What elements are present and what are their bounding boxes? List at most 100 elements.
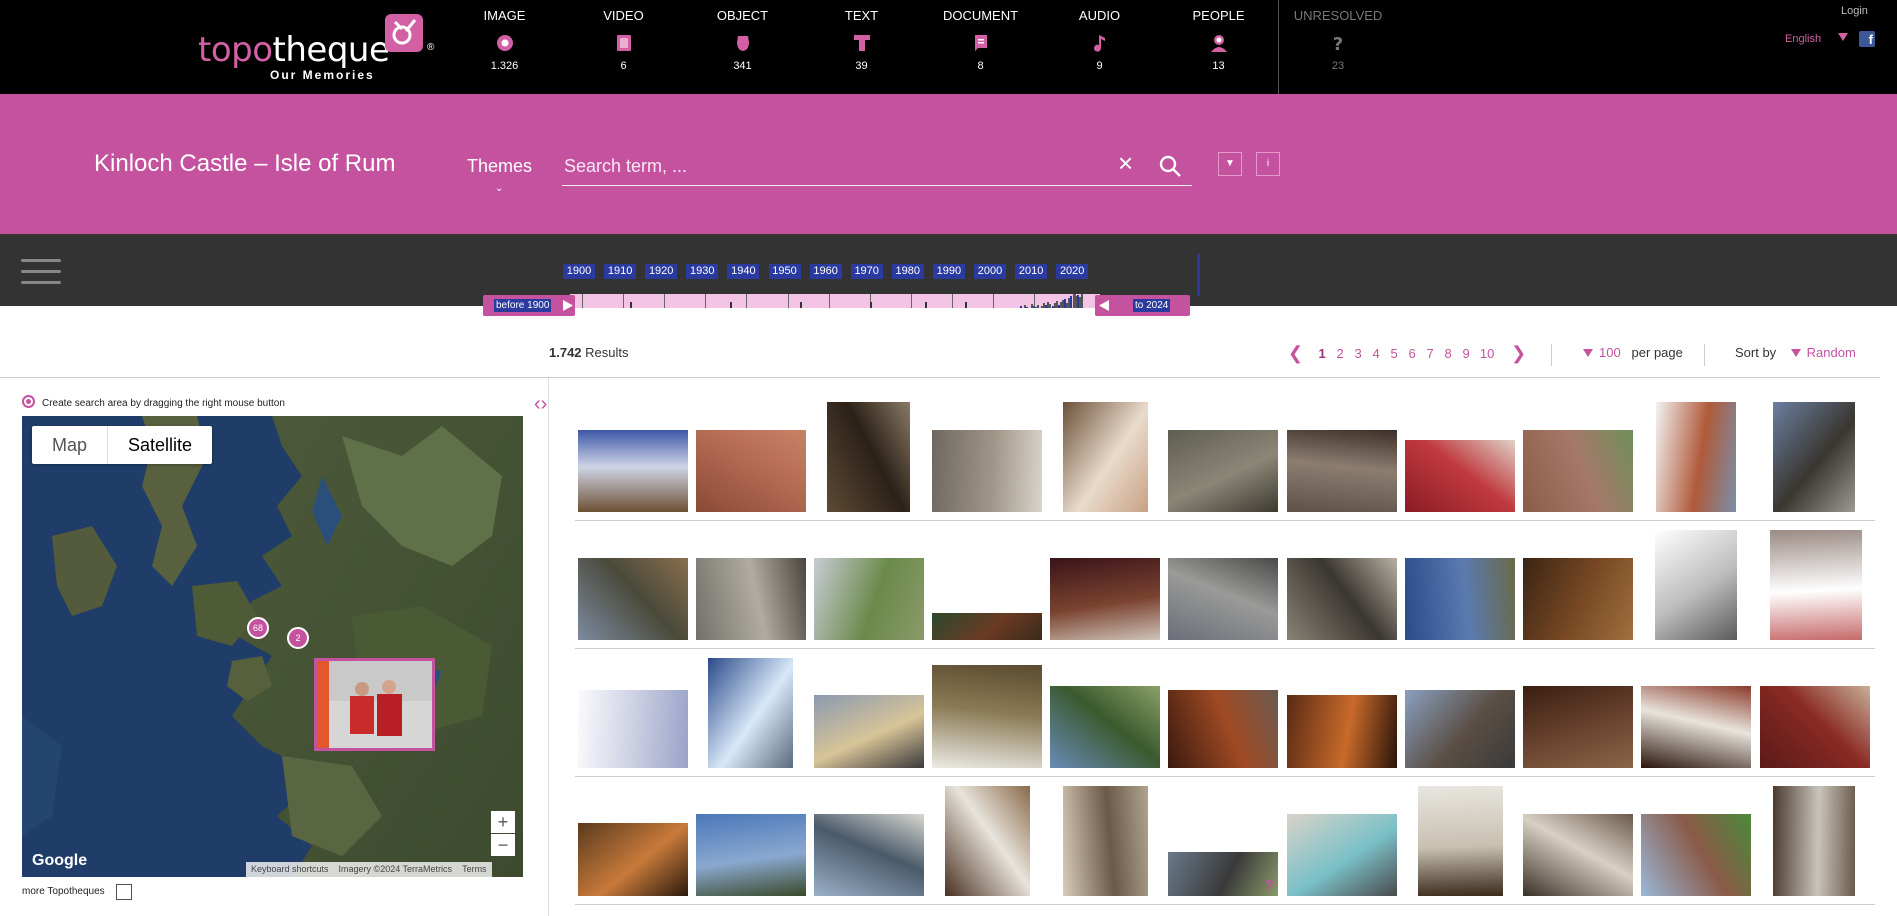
result-thumbnail[interactable] xyxy=(696,430,806,512)
page-link[interactable]: 4 xyxy=(1367,346,1385,361)
login-link[interactable]: Login xyxy=(1841,5,1868,17)
page-link[interactable]: 5 xyxy=(1385,346,1403,361)
result-thumbnail[interactable] xyxy=(1063,402,1148,512)
result-thumbnail[interactable] xyxy=(1773,402,1855,512)
result-thumbnail[interactable] xyxy=(1168,558,1278,640)
timeline-year[interactable]: 1920 xyxy=(645,264,678,279)
result-thumbnail[interactable]: ? xyxy=(1168,852,1278,896)
category-document[interactable]: DOCUMENT 8 xyxy=(921,0,1040,94)
page-link[interactable]: 2 xyxy=(1331,346,1349,361)
result-thumbnail[interactable] xyxy=(696,558,806,640)
map-cluster-marker[interactable]: 68 xyxy=(247,617,269,639)
result-thumbnail[interactable] xyxy=(1287,430,1397,512)
result-thumbnail[interactable] xyxy=(1773,786,1855,896)
result-thumbnail[interactable] xyxy=(1287,558,1397,640)
page-link[interactable]: 3 xyxy=(1349,346,1367,361)
category-unresolved[interactable]: UNRESOLVED ? 23 xyxy=(1278,0,1397,94)
zoom-out-button[interactable]: − xyxy=(491,834,515,856)
timeline-year[interactable]: 1970 xyxy=(850,264,883,279)
timeline-year[interactable]: 1960 xyxy=(809,264,842,279)
result-thumbnail[interactable] xyxy=(696,814,806,896)
language-select[interactable]: English xyxy=(1785,33,1821,45)
timeline-year[interactable]: 1910 xyxy=(604,264,637,279)
close-icon[interactable]: × xyxy=(1118,148,1133,179)
result-thumbnail[interactable] xyxy=(814,558,924,640)
timeline-year[interactable]: 1940 xyxy=(727,264,760,279)
chevron-right-icon[interactable]: ❯ xyxy=(1511,343,1526,364)
menu-icon[interactable] xyxy=(21,259,62,287)
category-image[interactable]: IMAGE 1.326 xyxy=(445,0,564,94)
timeline-start-handle[interactable]: before 1900 xyxy=(483,295,575,316)
result-thumbnail[interactable] xyxy=(814,814,924,896)
result-thumbnail[interactable] xyxy=(1050,558,1160,640)
chevron-down-icon[interactable] xyxy=(1838,33,1848,41)
result-thumbnail[interactable] xyxy=(932,613,1042,640)
page-link[interactable]: 1 xyxy=(1313,346,1331,361)
result-thumbnail[interactable] xyxy=(1287,695,1397,768)
page-link[interactable]: 6 xyxy=(1403,346,1421,361)
result-thumbnail[interactable] xyxy=(1405,690,1515,768)
result-thumbnail[interactable] xyxy=(1168,430,1278,512)
timeline-year[interactable]: 1990 xyxy=(932,264,965,279)
result-thumbnail[interactable] xyxy=(1641,686,1751,768)
result-thumbnail[interactable] xyxy=(1418,786,1503,896)
category-audio[interactable]: AUDIO 9 xyxy=(1040,0,1159,94)
result-thumbnail[interactable] xyxy=(1168,690,1278,768)
result-thumbnail[interactable] xyxy=(1523,430,1633,512)
map-mode-button[interactable]: Map xyxy=(32,426,107,464)
result-thumbnail[interactable] xyxy=(1523,558,1633,640)
page-link[interactable]: 10 xyxy=(1475,346,1499,361)
result-thumbnail[interactable] xyxy=(1760,686,1870,768)
result-thumbnail[interactable] xyxy=(1405,558,1515,640)
result-thumbnail[interactable] xyxy=(578,690,688,768)
result-thumbnail[interactable] xyxy=(1770,530,1862,640)
result-thumbnail[interactable] xyxy=(1655,530,1737,640)
category-text[interactable]: TEXT 39 xyxy=(802,0,921,94)
result-thumbnail[interactable] xyxy=(945,786,1030,896)
result-thumbnail[interactable] xyxy=(1287,814,1397,896)
timeline-track[interactable] xyxy=(570,294,1100,308)
result-thumbnail[interactable] xyxy=(1050,686,1160,768)
keyboard-shortcuts-link[interactable]: Keyboard shortcuts xyxy=(246,862,334,877)
category-video[interactable]: VIDEO 6 xyxy=(564,0,683,94)
per-page-select[interactable]: 100 per page xyxy=(1583,345,1683,360)
facebook-icon[interactable]: f xyxy=(1859,31,1875,47)
timeline-year[interactable]: 1950 xyxy=(768,264,801,279)
map-photo-marker[interactable] xyxy=(314,658,435,751)
info-button[interactable]: i xyxy=(1256,152,1280,176)
result-thumbnail[interactable] xyxy=(814,695,924,768)
topotheque-logo[interactable]: topotheque Our Memories ® xyxy=(198,12,438,87)
chevron-left-icon[interactable]: ❮ xyxy=(1288,343,1303,364)
map-view[interactable]: Map Satellite 68 2 + − Google Keyboard s… xyxy=(22,416,523,877)
timeline-end-handle[interactable]: to 2024 xyxy=(1095,295,1190,316)
page-link[interactable]: 7 xyxy=(1421,346,1439,361)
category-people[interactable]: PEOPLE 13 xyxy=(1159,0,1278,94)
result-thumbnail[interactable] xyxy=(708,658,793,768)
page-link[interactable]: 8 xyxy=(1439,346,1457,361)
more-topotheques-checkbox[interactable] xyxy=(116,884,132,900)
satellite-mode-button[interactable]: Satellite xyxy=(107,426,212,464)
category-object[interactable]: OBJECT 341 xyxy=(683,0,802,94)
themes-dropdown[interactable]: Themes xyxy=(467,156,532,177)
advanced-search-toggle[interactable]: ▼ xyxy=(1218,152,1242,176)
result-thumbnail[interactable] xyxy=(827,402,910,512)
timeline-year[interactable]: 2020 xyxy=(1056,264,1089,279)
result-thumbnail[interactable] xyxy=(932,665,1042,768)
timeline-year[interactable]: 1980 xyxy=(891,264,924,279)
search-icon[interactable] xyxy=(1158,154,1182,178)
result-thumbnail[interactable] xyxy=(1641,814,1751,896)
result-thumbnail[interactable] xyxy=(578,558,688,640)
sort-select[interactable]: Sort by Random xyxy=(1735,345,1856,360)
search-input[interactable] xyxy=(564,154,1104,178)
terms-link[interactable]: Terms xyxy=(457,862,492,877)
result-thumbnail[interactable] xyxy=(578,430,688,512)
timeline-year[interactable]: 2010 xyxy=(1015,264,1048,279)
zoom-in-button[interactable]: + xyxy=(491,811,515,833)
result-thumbnail[interactable] xyxy=(1656,402,1736,512)
result-thumbnail[interactable] xyxy=(578,823,688,896)
timeline-year[interactable]: 1930 xyxy=(686,264,719,279)
page-link[interactable]: 9 xyxy=(1457,346,1475,361)
chevron-down-icon[interactable]: ⌄ xyxy=(495,183,503,194)
timeline-year[interactable]: 1900 xyxy=(563,264,595,279)
result-thumbnail[interactable] xyxy=(1523,686,1633,768)
